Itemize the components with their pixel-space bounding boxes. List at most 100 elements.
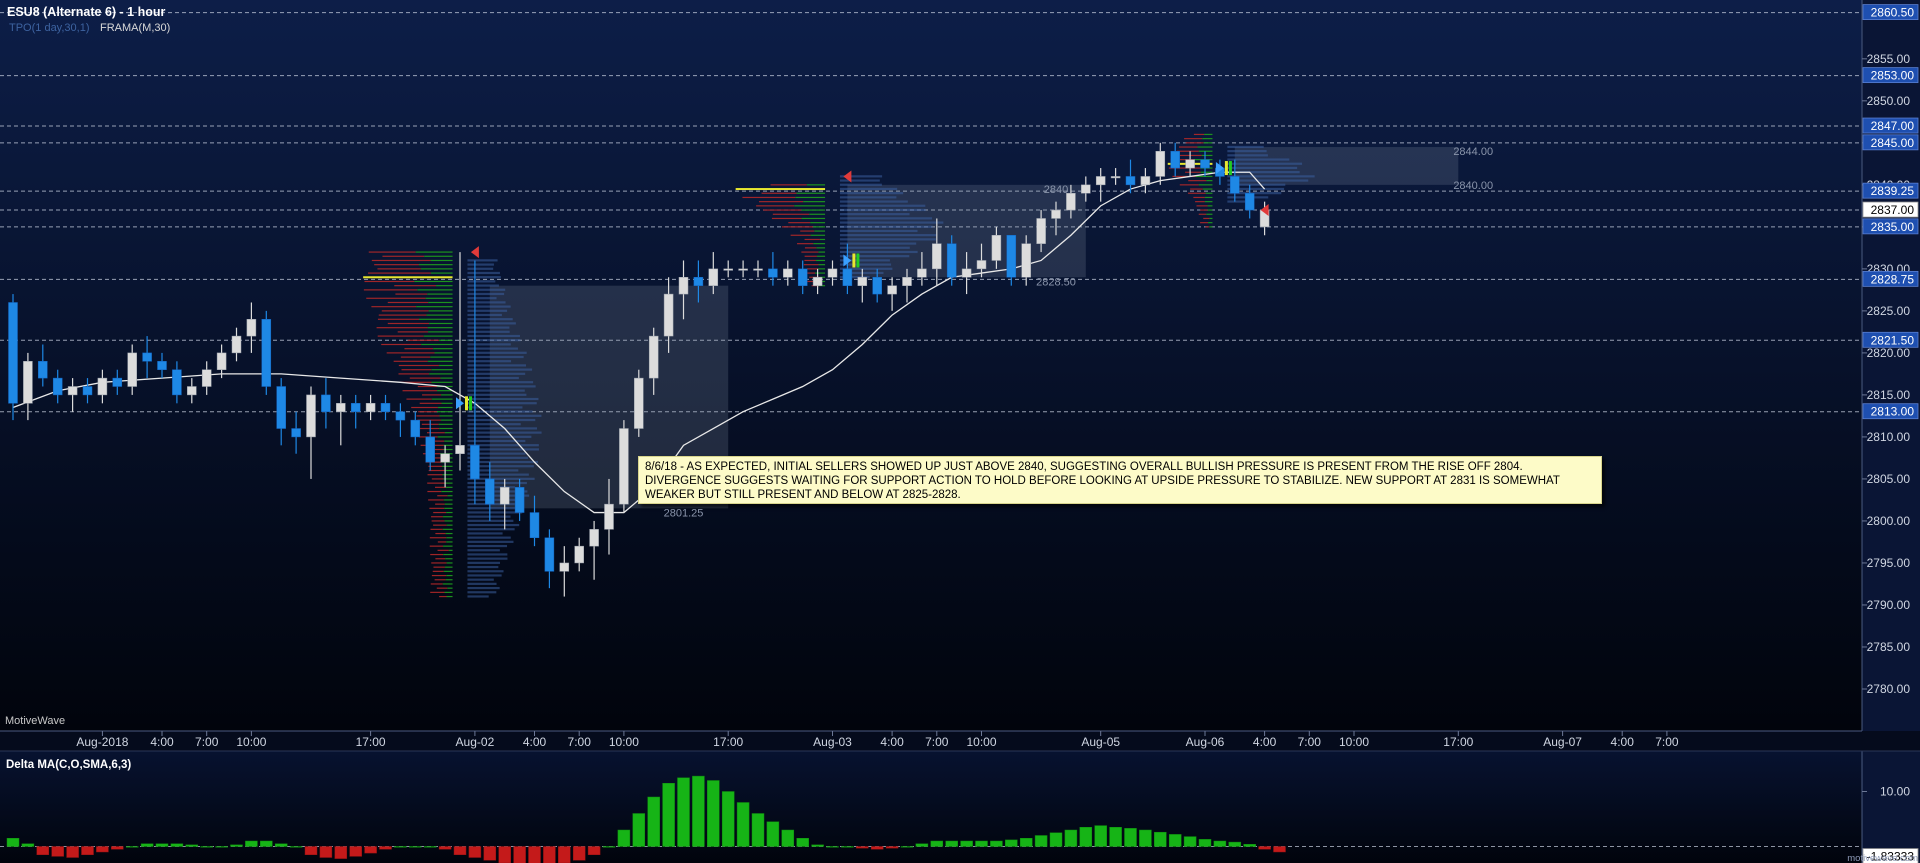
delta-bar-negative [81,846,94,855]
delta-bar-negative [870,846,884,850]
volume-profile-sell [772,213,810,215]
volume-profile-sell [1185,171,1201,173]
chart-canvas[interactable]: 2844.00 2840.00 2840 2828.50 2801.25 2780.00… [0,0,1920,863]
candle-body [976,260,987,270]
delta-bar-positive [1124,828,1137,847]
volume-profile-buy [441,402,453,404]
tpo-row [467,330,510,333]
delta-bar-negative [513,846,526,863]
delta-bar-positive [707,780,720,847]
candle-body [1036,218,1046,244]
tpo-row [467,427,538,430]
candle-body [127,352,137,387]
candle-body [678,277,689,295]
tpo-row [467,385,536,388]
volume-profile-buy [437,436,453,438]
delta-bar-positive [230,844,243,847]
volume-profile-sell [1193,133,1205,136]
volume-profile-buy [1203,142,1213,144]
tpo-row [467,364,527,367]
time-tick-label: 4:00 [150,735,174,749]
volume-profile-buy [1204,196,1213,199]
volume-profile-sell [397,331,429,333]
time-tick-label: 7:00 [195,735,219,749]
candle-body [932,243,942,270]
tpo-row [467,305,511,308]
volume-profile-buy [438,423,453,425]
tpo-row [467,481,527,485]
volume-profile-sell [427,474,443,476]
volume-profile-sell [417,419,441,421]
volume-profile-buy [801,209,826,211]
volume-profile-buy [447,495,453,497]
signal-bar [852,253,856,268]
volume-profile-sell [398,373,430,375]
candle-body [872,277,882,295]
value-area-label: 2828.50 [1036,276,1076,288]
tpo-row [467,544,508,548]
time-tick-label: 7:00 [568,735,592,749]
tpo-row [467,288,506,291]
tpo-row [839,238,936,241]
tpo-row [467,418,536,422]
volume-profile-sell [434,486,446,488]
time-tick-label: 17:00 [1443,735,1473,749]
volume-profile-buy [418,318,453,320]
delta-bar-positive [185,844,199,847]
time-tick-label: 7:00 [925,735,949,749]
volume-profile-sell [381,310,429,312]
volume-profile-sell [1196,205,1208,207]
volume-profile-buy [442,528,453,530]
delta-bar-positive [1079,827,1093,847]
volume-profile-buy [1200,171,1213,173]
candle-body [1110,176,1121,179]
candle-body [485,478,495,505]
delta-bar-positive [200,846,213,848]
delta-bar-positive [6,838,20,847]
candle-body [23,361,33,404]
candle-body [619,428,629,505]
candle-body [634,377,644,429]
value-area-label: 2840.00 [1453,180,1493,192]
time-tick-label: Aug-02 [456,735,495,749]
tpo-row [467,381,534,384]
volume-profile-buy [429,373,453,375]
price-box-label: 2813.00 [1871,405,1915,419]
volume-profile-sell [1188,192,1206,194]
volume-profile-buy [1201,154,1213,157]
delta-bar-negative [379,846,392,850]
volume-profile-buy [446,524,453,526]
volume-profile-buy [415,251,453,253]
volume-profile-sell [409,377,441,379]
candle-body [52,377,63,396]
volume-profile-buy [818,268,826,270]
candle-body [321,394,331,412]
candle-down [261,310,272,395]
volume-profile-sell [439,595,447,598]
delta-bar-positive [409,846,422,848]
volume-profile-buy [446,562,453,564]
candle-body [291,428,301,438]
volume-profile-buy [428,331,453,333]
tpo-row [467,292,505,296]
volume-profile-buy [801,217,826,220]
volume-profile-sell [770,184,807,186]
price-box-label: 2821.50 [1871,333,1915,347]
volume-profile-buy [818,251,826,253]
volume-profile-sell [430,528,443,530]
price-box-label: 2837.00 [1871,203,1915,217]
volume-profile-buy [440,419,453,421]
delta-bar-positive [260,840,273,847]
volume-profile-buy [444,432,453,434]
tpo-row [467,271,500,275]
tpo-row [467,297,497,300]
tpo-row [467,557,508,560]
time-tick-label: 4:00 [1253,735,1277,749]
candle-body [82,386,93,396]
delta-bar-positive [1019,838,1033,847]
tpo-row [839,225,933,228]
price-level-box: 2813.00 [1862,403,1919,420]
delta-bar-negative [319,846,333,858]
candle-down [8,294,18,421]
candle-body [1021,243,1031,278]
